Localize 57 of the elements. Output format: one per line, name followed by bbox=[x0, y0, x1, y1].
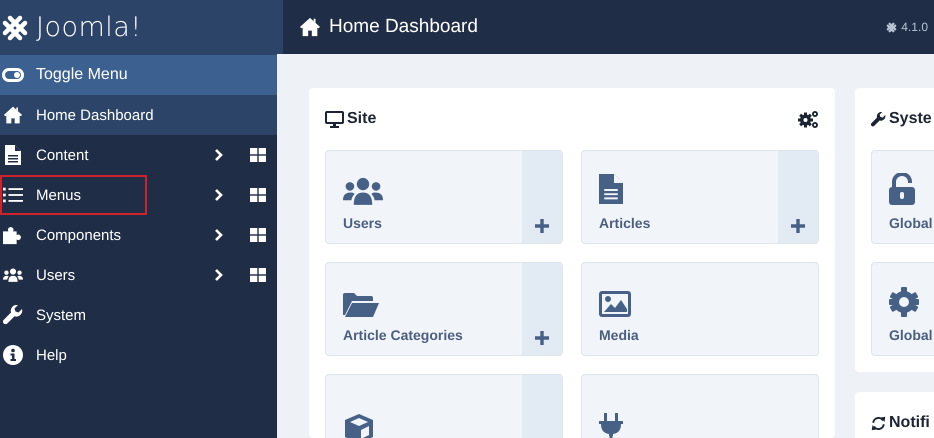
sidebar-item[interactable]: Home Dashboard bbox=[0, 95, 277, 135]
version-label: 4.1.0 bbox=[901, 20, 928, 34]
sidebar-item-label: Home Dashboard bbox=[36, 106, 155, 124]
sidebar-item-label: Users bbox=[36, 266, 76, 284]
wrench-icon bbox=[871, 112, 886, 126]
tile-label: Users bbox=[343, 215, 383, 231]
chevron-icon[interactable] bbox=[214, 228, 224, 242]
tile-label: Articles bbox=[599, 215, 652, 231]
plus-icon bbox=[790, 218, 806, 234]
add-button[interactable] bbox=[522, 263, 562, 355]
dashboard-grid-icon[interactable] bbox=[250, 188, 266, 202]
wrench-icon bbox=[1, 305, 25, 325]
add-button[interactable] bbox=[522, 151, 562, 243]
home-icon bbox=[299, 16, 321, 38]
sidebar-item-label: Help bbox=[36, 346, 68, 364]
dashboard-tile[interactable]: Users bbox=[325, 150, 563, 244]
tile-label: Article Categories bbox=[343, 327, 464, 343]
card-title: Site bbox=[347, 110, 376, 128]
sidebar-item[interactable]: Components bbox=[0, 215, 277, 255]
logo-text: Joomla! bbox=[36, 12, 142, 43]
dashboard-tile[interactable]: Articles bbox=[581, 150, 819, 244]
sidebar-item[interactable]: Content bbox=[0, 135, 277, 175]
dashboard-tile[interactable]: Article Categories bbox=[325, 262, 563, 356]
home-icon bbox=[1, 105, 25, 125]
sidebar-item[interactable]: Users bbox=[0, 255, 277, 295]
plus-icon bbox=[534, 330, 550, 346]
settings-icon[interactable] bbox=[798, 110, 819, 128]
card-title: Notifi bbox=[889, 414, 930, 432]
refresh-icon bbox=[871, 416, 886, 430]
dashboard-tile[interactable]: Global bbox=[871, 262, 934, 356]
logo-icon bbox=[886, 22, 898, 32]
toggle-icon bbox=[2, 68, 24, 82]
dashboard-grid-icon[interactable] bbox=[250, 148, 266, 162]
card-title: Syste bbox=[889, 110, 932, 128]
tile-label: Global bbox=[889, 327, 934, 343]
sidebar-item-label: Content bbox=[36, 146, 90, 164]
sidebar-item-label: System bbox=[36, 306, 88, 324]
tile-label: Global bbox=[889, 215, 934, 231]
tile-label: Media bbox=[599, 327, 640, 343]
list-icon bbox=[1, 185, 25, 205]
chevron-icon[interactable] bbox=[214, 148, 224, 162]
dashboard-tile[interactable]: Global bbox=[871, 150, 934, 244]
plus-icon bbox=[534, 218, 550, 234]
monitor-icon bbox=[325, 110, 344, 128]
chevron-icon[interactable] bbox=[214, 188, 224, 202]
sidebar-item[interactable]: Menus bbox=[0, 175, 277, 215]
dashboard-grid-icon[interactable] bbox=[250, 228, 266, 242]
chevron-icon[interactable] bbox=[214, 268, 224, 282]
dashboard-tile[interactable]: Media bbox=[581, 262, 819, 356]
sidebar-item[interactable]: System bbox=[0, 295, 277, 335]
dashboard-grid-icon[interactable] bbox=[250, 268, 266, 282]
sidebar-item-label: Components bbox=[36, 226, 122, 244]
sidebar-item-label: Menus bbox=[36, 186, 82, 204]
toggle-menu-button[interactable]: Toggle Menu bbox=[0, 55, 277, 95]
add-button[interactable] bbox=[778, 151, 818, 243]
page-title: Home Dashboard bbox=[329, 16, 479, 38]
sidebar-item[interactable]: Help bbox=[0, 335, 277, 375]
